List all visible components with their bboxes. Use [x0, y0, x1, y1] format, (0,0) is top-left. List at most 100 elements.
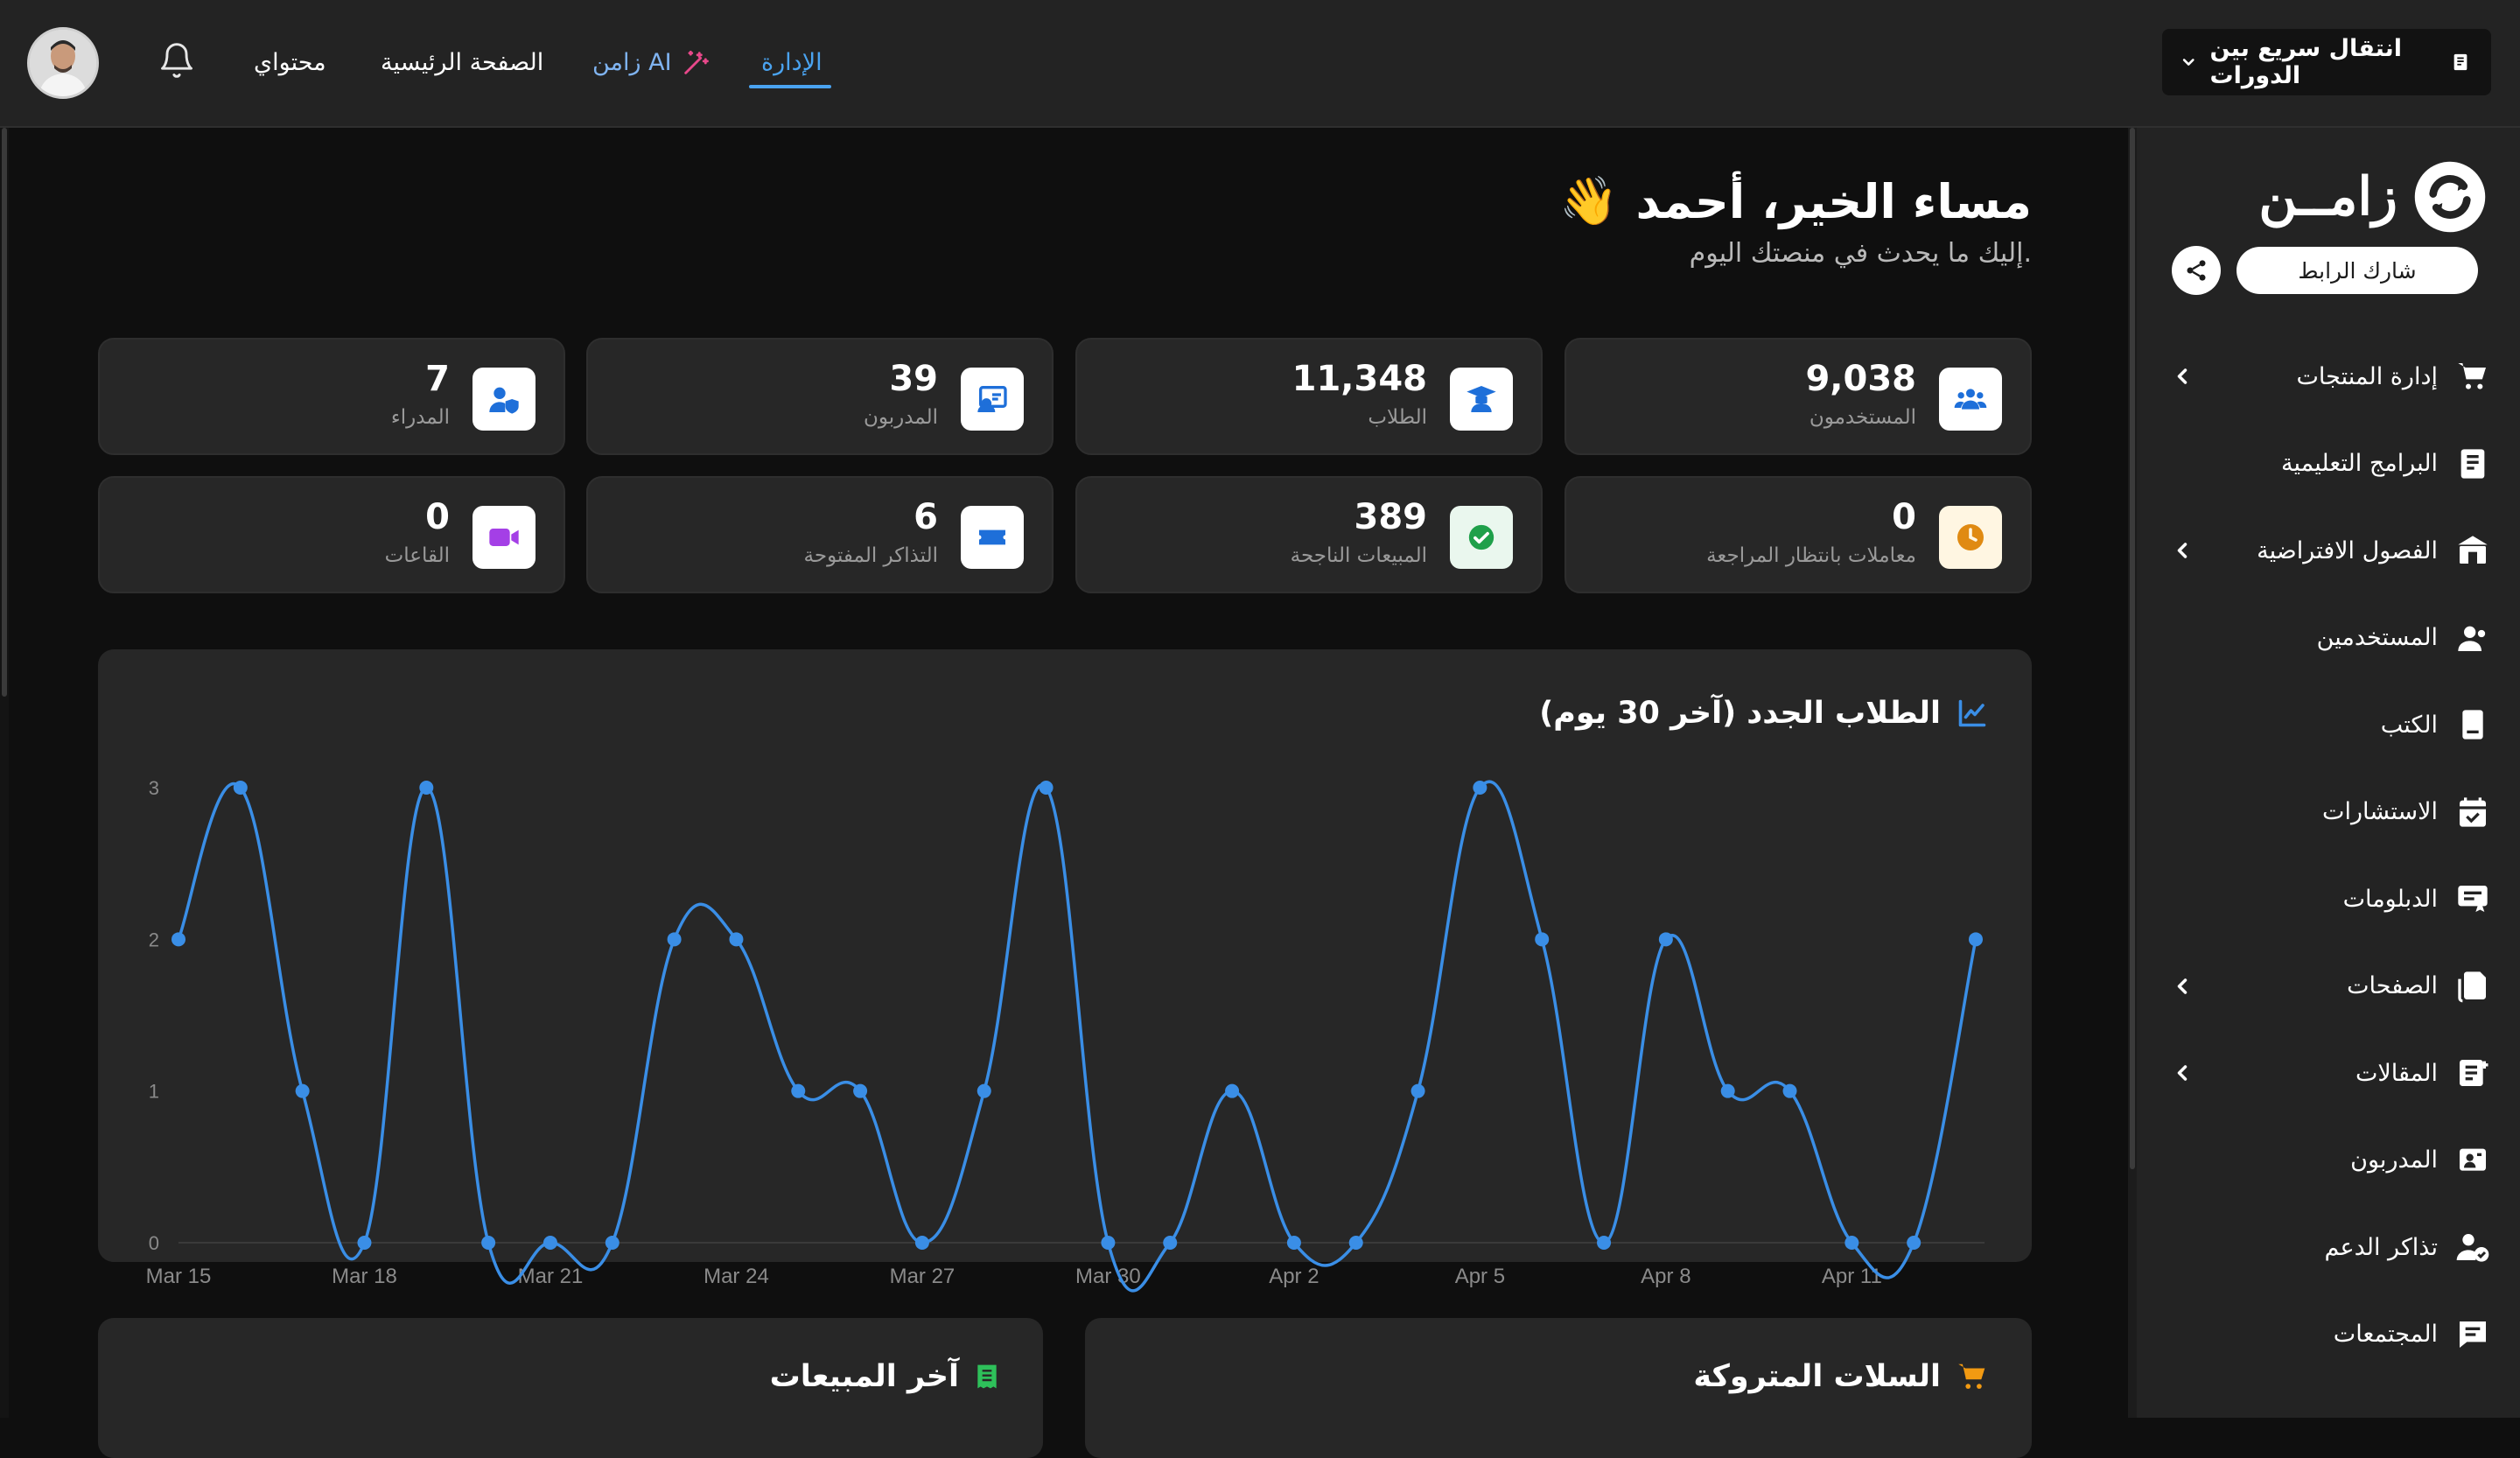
data-point[interactable] — [1597, 1236, 1612, 1250]
data-point[interactable] — [729, 932, 744, 947]
data-point[interactable] — [1163, 1236, 1178, 1250]
wave-emoji-icon: 👋 — [1559, 173, 1619, 228]
sidebar-item[interactable]: الدبلومات — [2152, 873, 2490, 925]
sidebar-scrollbar-thumb[interactable] — [2130, 128, 2135, 1169]
data-point[interactable] — [1844, 1236, 1859, 1250]
data-point[interactable] — [295, 1083, 310, 1098]
sidebar-item[interactable]: إدارة المنتجات — [2152, 350, 2490, 403]
stat-value: 0 — [1892, 497, 1916, 537]
users-icon — [1939, 368, 2002, 431]
stat-card-pending-transactions[interactable]: 0 معاملات بانتظار المراجعة — [1564, 476, 2032, 593]
sidebar-item-label: تذاكر الدعم — [2324, 1233, 2438, 1261]
sidebar-item-label: المستخدمين — [2316, 624, 2438, 651]
data-point[interactable] — [1101, 1236, 1116, 1250]
data-point[interactable] — [1286, 1236, 1301, 1250]
nav-my-content[interactable]: محتواي — [254, 44, 326, 82]
data-point[interactable] — [976, 1083, 991, 1098]
data-point[interactable] — [605, 1236, 620, 1250]
admin-icon — [472, 368, 536, 431]
data-point[interactable] — [1535, 932, 1550, 947]
sidebar-item[interactable]: المستخدمين — [2152, 612, 2490, 664]
sidebar-item-label: الكتب — [2380, 711, 2438, 739]
nav-admin[interactable]: الإدارة — [761, 44, 822, 82]
stat-card-students[interactable]: 11,348 الطلاب — [1075, 338, 1543, 455]
sidebar-item-label: المدربون — [2350, 1146, 2438, 1174]
data-point[interactable] — [1782, 1083, 1797, 1098]
sidebar-item[interactable]: البرامج التعليمية — [2152, 438, 2490, 490]
data-point[interactable] — [1720, 1083, 1735, 1098]
nav-active-indicator — [749, 85, 831, 88]
nav-home[interactable]: الصفحة الرئيسية — [381, 44, 543, 82]
new-students-line-chart: 0 1 2 3 Mar 15 Mar 18 Mar 21 Mar 24 Mar 27 Mar 30… — [146, 777, 1984, 1293]
data-point[interactable] — [1969, 932, 1983, 947]
data-point[interactable] — [1658, 932, 1673, 947]
share-icon-button[interactable] — [2172, 246, 2221, 295]
cart-icon — [2455, 359, 2490, 394]
certificate-icon — [2455, 881, 2490, 916]
sidebar-scrollbar[interactable] — [2128, 128, 2137, 1418]
data-point[interactable] — [853, 1083, 868, 1098]
data-point[interactable] — [172, 932, 186, 947]
data-point[interactable] — [1039, 781, 1054, 795]
stat-card-rooms[interactable]: 0 القاعات — [98, 476, 565, 593]
stat-value: 11,348 — [1292, 359, 1427, 399]
video-icon — [472, 506, 536, 569]
logo-sync-icon — [2414, 161, 2486, 233]
stat-card-successful-sales[interactable]: 389 المبيعات الناجحة — [1075, 476, 1543, 593]
sidebar-item[interactable]: المدربون — [2152, 1134, 2490, 1187]
sidebar-item[interactable]: الفصول الافتراضية — [2152, 524, 2490, 577]
nav-zamen-ai[interactable]: زامن AI — [592, 44, 710, 82]
trainer-icon — [961, 368, 1024, 431]
data-point[interactable] — [542, 1236, 557, 1250]
x-tick-label: Apr 8 — [1641, 1265, 1690, 1288]
sidebar-item-label: إدارة المنتجات — [2296, 362, 2439, 390]
x-tick-label: Mar 15 — [146, 1265, 212, 1288]
chat-icon — [2455, 1317, 2490, 1352]
stat-card-trainers[interactable]: 39 المدربون — [586, 338, 1054, 455]
data-point[interactable] — [1225, 1083, 1240, 1098]
document-icon — [2454, 53, 2468, 71]
data-point[interactable] — [1473, 781, 1488, 795]
stat-label: التذاكر المفتوحة — [803, 544, 938, 567]
data-point[interactable] — [233, 781, 248, 795]
stat-label: معاملات بانتظار المراجعة — [1706, 544, 1916, 567]
sidebar-item[interactable]: الكتب — [2152, 698, 2490, 751]
data-point[interactable] — [481, 1236, 496, 1250]
stat-card-admins[interactable]: 7 المدراء — [98, 338, 565, 455]
chart-title-text: الطلاب الجدد (آخر 30 يوم) — [1539, 696, 1941, 731]
sidebar-item-label: المجتمعات — [2333, 1321, 2438, 1348]
stat-value: 0 — [425, 497, 450, 537]
data-point[interactable] — [1410, 1083, 1425, 1098]
data-point[interactable] — [791, 1083, 806, 1098]
share-link-button[interactable]: شارك الرابط — [2236, 247, 2478, 294]
articles-icon — [2455, 1055, 2490, 1090]
data-point[interactable] — [914, 1236, 929, 1250]
sidebar-item[interactable]: الاستشارات — [2152, 786, 2490, 838]
sidebar-item[interactable]: الصفحات — [2152, 960, 2490, 1013]
data-point[interactable] — [1348, 1236, 1363, 1250]
chevron-left-icon — [2170, 538, 2194, 563]
quick-switch-label: انتقال سريع بين الدورات — [2209, 35, 2403, 89]
stat-card-open-tickets[interactable]: 6 التذاكر المفتوحة — [586, 476, 1054, 593]
quick-course-switch-dropdown[interactable]: انتقال سريع بين الدورات — [2162, 29, 2491, 95]
data-point[interactable] — [667, 932, 682, 947]
data-point[interactable] — [357, 1236, 372, 1250]
notifications-bell-icon[interactable] — [158, 40, 196, 81]
sidebar-item[interactable]: المقالات — [2152, 1047, 2490, 1099]
x-tick-label: Apr 5 — [1455, 1265, 1505, 1288]
sidebar-item[interactable]: تذاكر الدعم — [2152, 1221, 2490, 1273]
user-avatar[interactable] — [27, 27, 99, 99]
data-point[interactable] — [1907, 1236, 1922, 1250]
sidebar-item[interactable]: المجتمعات — [2152, 1308, 2490, 1361]
data-point[interactable] — [419, 781, 434, 795]
zamen-logo[interactable]: زامــن — [2210, 158, 2487, 236]
top-bar: محتواي الصفحة الرئيسية زامن AI الإدارة ا… — [0, 0, 2520, 128]
y-tick-label: 3 — [149, 777, 159, 799]
main-scrollbar-thumb[interactable] — [2, 128, 7, 697]
graduate-icon — [1450, 368, 1513, 431]
pages-icon — [2455, 969, 2490, 1004]
stat-card-users[interactable]: 9,038 المستخدمون — [1564, 338, 2032, 455]
stat-label: المبيعات الناجحة — [1290, 544, 1427, 567]
latest-sales-card: آخر المبيعات — [98, 1318, 1043, 1458]
main-scrollbar[interactable] — [0, 128, 9, 1418]
